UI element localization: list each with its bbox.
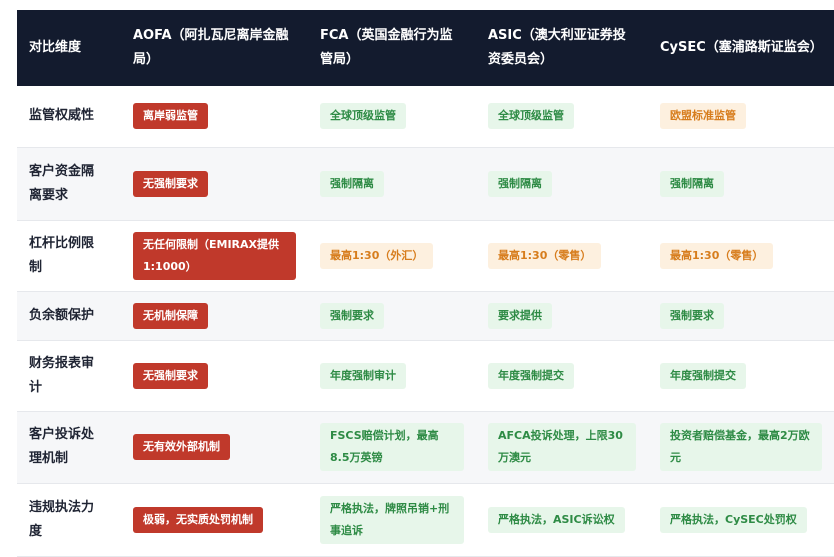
table-row: 财务报表审计 无强制要求 年度强制审计 年度强制提交 年度强制提交 [17, 340, 834, 411]
table-row: 负余额保护 无机制保障 强制要求 要求提供 强制要求 [17, 291, 834, 340]
table-row: 监管权威性 离岸弱监管 全球顶级监管 全球顶级监管 欧盟标准监管 [17, 86, 834, 147]
aofa-badge: 无有效外部机制 [133, 434, 230, 460]
asic-badge: 要求提供 [488, 302, 552, 329]
header-dimension: 对比维度 [29, 40, 82, 55]
cysec-badge: 强制要求 [660, 302, 724, 329]
cysec-badge: 强制隔离 [660, 170, 724, 197]
table-row: 杠杆比例限制 无任何限制（EMIRAX提供1:1000） 最高1:30（外汇） … [17, 220, 834, 291]
asic-badge: 最高1:30（零售） [488, 242, 602, 269]
fca-badge: 强制要求 [320, 302, 384, 329]
row-label: 负余额保护 [29, 307, 95, 323]
cysec-badge: 年度强制提交 [660, 362, 746, 389]
row-label: 财务报表审计 [29, 355, 95, 395]
comparison-table: 对比维度 AOFA（阿扎瓦尼离岸金融局） FCA（英国金融行为监管局） ASIC… [17, 10, 834, 557]
cysec-badge: 投资者赔偿基金，最高2万欧元 [660, 423, 822, 471]
header-fca: FCA（英国金融行为监管局） [320, 28, 453, 67]
asic-badge: 年度强制提交 [488, 362, 574, 389]
fca-badge: 年度强制审计 [320, 362, 406, 389]
aofa-badge: 极弱，无实质处罚机制 [133, 506, 263, 533]
cysec-badge: 严格执法，CySEC处罚权 [660, 506, 807, 533]
header-cysec: CySEC（塞浦路斯证监会） [660, 40, 823, 55]
fca-badge: 强制隔离 [320, 170, 384, 197]
aofa-badge: 无机制保障 [133, 302, 208, 329]
fca-badge: FSCS赔偿计划，最高8.5万英镑 [320, 423, 464, 471]
fca-badge: 最高1:30（外汇） [320, 242, 434, 269]
asic-badge: 严格执法，ASIC诉讼权 [488, 506, 625, 533]
table-row: 违规执法力度 极弱，无实质处罚机制 严格执法，牌照吊销+刑事追诉 严格执法，AS… [17, 483, 834, 556]
aofa-badge: 离岸弱监管 [133, 103, 208, 130]
row-label: 违规执法力度 [29, 499, 95, 539]
table-header: 对比维度 AOFA（阿扎瓦尼离岸金融局） FCA（英国金融行为监管局） ASIC… [17, 10, 834, 86]
aofa-badge: 无任何限制（EMIRAX提供1:1000） [133, 231, 296, 280]
table-row: 客户资金隔离要求 无强制要求 强制隔离 强制隔离 强制隔离 [17, 147, 834, 220]
row-label: 客户资金隔离要求 [29, 163, 95, 203]
cysec-badge: 最高1:30（零售） [660, 242, 774, 269]
asic-badge: 强制隔离 [488, 170, 552, 197]
asic-badge: AFCA投诉处理，上限30万澳元 [488, 423, 636, 471]
row-label: 杠杆比例限制 [29, 235, 95, 275]
table-body: 监管权威性 离岸弱监管 全球顶级监管 全球顶级监管 欧盟标准监管 客户资金隔离要… [17, 86, 834, 556]
asic-badge: 全球顶级监管 [488, 103, 574, 130]
fca-badge: 严格执法，牌照吊销+刑事追诉 [320, 495, 464, 544]
row-label: 客户投诉处理机制 [29, 427, 95, 466]
aofa-badge: 无强制要求 [133, 362, 208, 389]
table-row: 客户投诉处理机制 无有效外部机制 FSCS赔偿计划，最高8.5万英镑 AFCA投… [17, 411, 834, 483]
fca-badge: 全球顶级监管 [320, 103, 406, 130]
header-row: 对比维度 AOFA（阿扎瓦尼离岸金融局） FCA（英国金融行为监管局） ASIC… [17, 10, 834, 86]
header-aofa: AOFA（阿扎瓦尼离岸金融局） [133, 28, 289, 67]
aofa-badge: 无强制要求 [133, 170, 208, 197]
header-asic: ASIC（澳大利亚证券投资委员会） [488, 28, 626, 67]
cysec-badge: 欧盟标准监管 [660, 103, 746, 130]
row-label: 监管权威性 [29, 108, 95, 124]
